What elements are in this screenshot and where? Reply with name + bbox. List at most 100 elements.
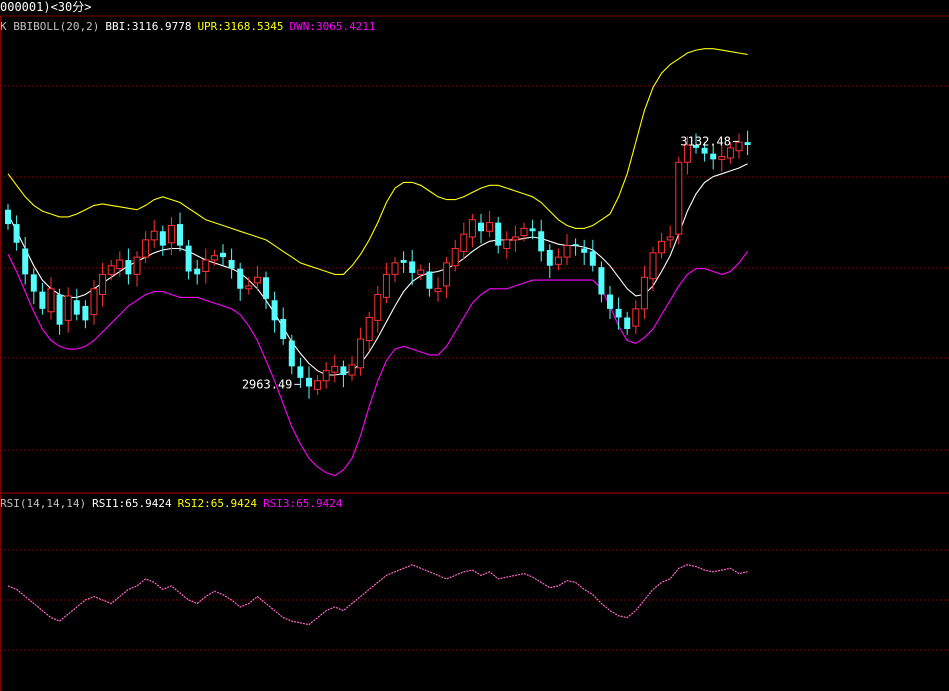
candle-body [478, 222, 484, 232]
dwn-line [7, 251, 749, 477]
candle-body [658, 240, 666, 254]
candle [340, 360, 347, 388]
candle-body [99, 273, 107, 295]
candle-body [237, 268, 244, 289]
candle [391, 257, 399, 283]
candle-body [167, 225, 175, 244]
candle-body [365, 317, 373, 341]
candle [237, 262, 244, 301]
candle [133, 251, 141, 287]
candle [73, 288, 80, 321]
candle-body [451, 248, 459, 267]
candle-body [90, 288, 98, 316]
candle-body [546, 249, 553, 266]
candles [5, 130, 751, 399]
candle-body [185, 245, 192, 272]
rsi-lines [7, 564, 748, 626]
candle-body [13, 224, 20, 243]
candle-body [280, 318, 287, 340]
price-annotation: 3132.48 [680, 134, 731, 148]
candle [735, 133, 743, 159]
candle-body [426, 271, 433, 289]
candle [451, 239, 459, 272]
candle [39, 283, 46, 315]
candle-body [409, 261, 416, 273]
candle-body [263, 277, 269, 299]
candle-body [744, 142, 751, 145]
candle [607, 285, 613, 319]
candle-body [340, 366, 347, 375]
candle [675, 156, 683, 245]
candle [434, 277, 442, 302]
candle-body [150, 230, 158, 241]
candle [718, 145, 726, 172]
candle-body [374, 294, 382, 321]
candle-body [615, 308, 622, 318]
candle-body [194, 268, 201, 275]
candle [581, 239, 588, 266]
candle-body [726, 147, 734, 159]
candle [468, 214, 476, 248]
grid-lines [0, 15, 949, 691]
candle-body [64, 295, 72, 321]
candle-body [417, 269, 425, 275]
candle-body [82, 306, 89, 321]
chart-canvas[interactable]: 3132.48 2963.49 [0, 0, 949, 691]
candle-body [202, 259, 210, 272]
candle-body [107, 265, 115, 275]
candle-body [228, 260, 235, 269]
candle-body [572, 244, 579, 246]
candle [658, 232, 666, 259]
candle [666, 225, 674, 248]
candle [331, 354, 339, 383]
candle-body [47, 288, 55, 313]
candle-body [142, 239, 150, 258]
candle [202, 248, 210, 284]
candle-body [322, 370, 330, 382]
candle-body [245, 285, 253, 290]
candle-body [348, 364, 356, 376]
candle-body [701, 147, 708, 154]
candle-body [159, 231, 166, 246]
candle-body [288, 340, 295, 367]
candle [554, 248, 562, 271]
candle-body [666, 236, 674, 241]
candle-body [511, 236, 519, 241]
candle-body [468, 219, 476, 238]
candle-body [443, 262, 451, 287]
candle-body [220, 252, 226, 258]
candle [598, 261, 605, 303]
candle [56, 288, 63, 335]
candle-body [434, 288, 442, 293]
candle-body [56, 294, 63, 325]
candle [357, 327, 365, 376]
candle [5, 203, 11, 230]
candle [99, 262, 107, 307]
annotations: 3132.48 2963.49 [242, 134, 739, 391]
candle [563, 234, 571, 266]
candle-body [640, 276, 648, 310]
candle [314, 375, 322, 396]
candle [529, 219, 536, 240]
candle [538, 219, 545, 262]
candle [632, 300, 640, 335]
candle-body [314, 380, 322, 390]
candle-body [177, 224, 183, 246]
candle-body [503, 239, 511, 249]
candle-body [495, 222, 502, 246]
candle-body [331, 365, 339, 373]
candle-body [538, 231, 545, 252]
candle-body [125, 260, 132, 275]
candle [245, 277, 253, 295]
candle-body [306, 377, 312, 387]
candle [30, 268, 37, 304]
candle [495, 216, 502, 254]
candle-body [22, 248, 29, 275]
candle [426, 262, 433, 297]
candle-body [649, 252, 657, 280]
candle [478, 214, 484, 244]
upr-line [7, 48, 748, 275]
candle [744, 130, 751, 156]
candle [280, 307, 287, 345]
candle [365, 311, 373, 351]
